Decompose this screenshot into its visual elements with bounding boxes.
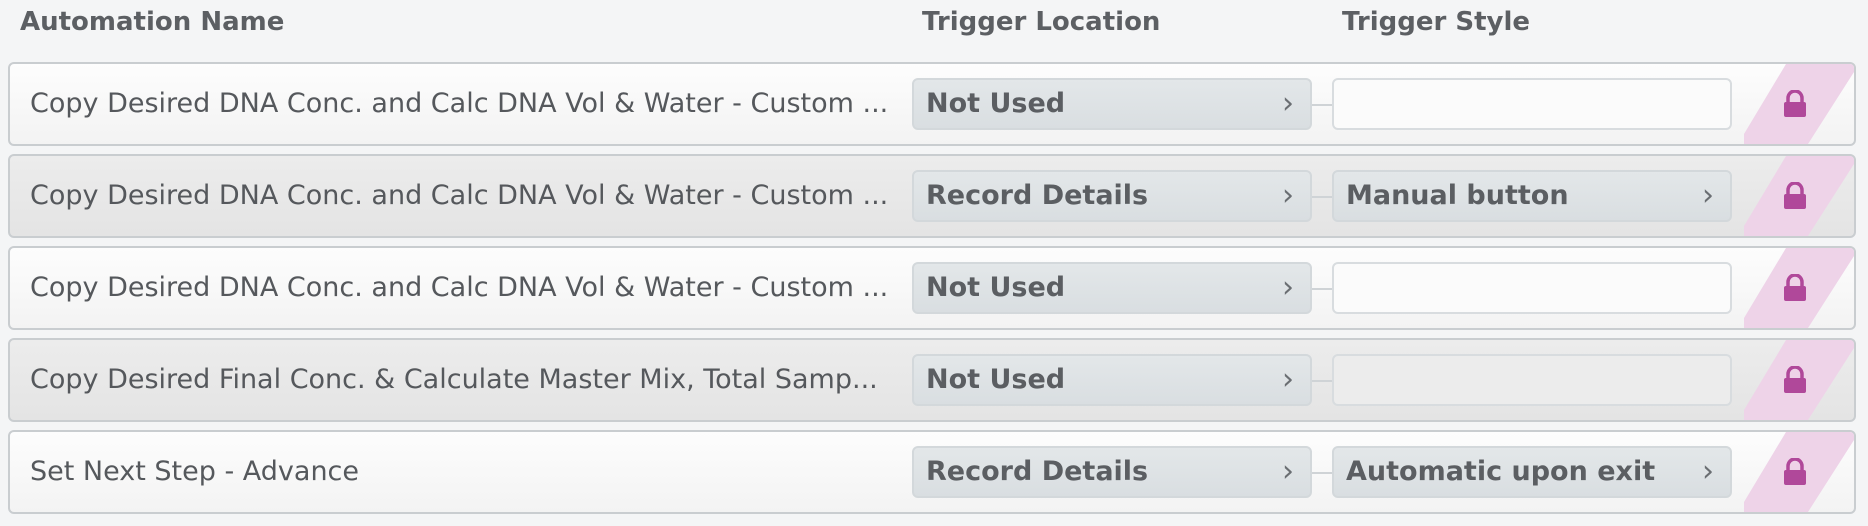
chevron-right-icon: › [1282,362,1294,397]
automation-row[interactable]: Set Next Step - Advance Record Details ›… [8,430,1856,514]
table-header: Automation Name Trigger Location Trigger… [0,0,1868,56]
trigger-location-value: Record Details [926,180,1149,211]
chevron-right-icon: › [1282,270,1294,305]
trigger-style-select[interactable]: Automatic upon exit › [1332,446,1732,498]
lock-indicator [1744,432,1854,512]
connector-line [1312,472,1332,474]
automation-row[interactable]: Copy Desired DNA Conc. and Calc DNA Vol … [8,246,1856,330]
automation-name: Set Next Step - Advance [30,456,360,487]
lock-icon [1784,274,1806,301]
trigger-location-select[interactable]: Record Details › [912,446,1312,498]
trigger-location-value: Not Used [926,88,1066,119]
connector-line [1312,196,1332,198]
chevron-right-icon: › [1702,178,1714,213]
trigger-style-select[interactable] [1332,78,1732,130]
chevron-right-icon: › [1702,454,1714,489]
lock-indicator [1744,156,1854,236]
chevron-right-icon: › [1282,178,1294,213]
trigger-location-value: Not Used [926,364,1066,395]
connector-line [1312,104,1332,106]
automation-row[interactable]: Copy Desired DNA Conc. and Calc DNA Vol … [8,62,1856,146]
lock-icon [1784,90,1806,117]
chevron-right-icon: › [1282,86,1294,121]
automation-name: Copy Desired DNA Conc. and Calc DNA Vol … [30,272,889,303]
trigger-style-select[interactable] [1332,262,1732,314]
lock-indicator [1744,248,1854,328]
automation-list: Copy Desired DNA Conc. and Calc DNA Vol … [8,62,1856,522]
lock-indicator [1744,64,1854,144]
lock-icon [1784,458,1806,485]
chevron-right-icon: › [1282,454,1294,489]
lock-indicator [1744,340,1854,420]
trigger-location-select[interactable]: Not Used › [912,354,1312,406]
column-header-trigger-style[interactable]: Trigger Style [1342,0,1530,44]
trigger-location-select[interactable]: Record Details › [912,170,1312,222]
lock-icon [1784,182,1806,209]
automation-name: Copy Desired DNA Conc. and Calc DNA Vol … [30,88,889,119]
automation-name: Copy Desired DNA Conc. and Calc DNA Vol … [30,180,889,211]
automation-name: Copy Desired Final Conc. & Calculate Mas… [30,364,878,395]
trigger-location-value: Not Used [926,272,1066,303]
column-header-automation-name[interactable]: Automation Name [20,0,284,44]
automation-row[interactable]: Copy Desired Final Conc. & Calculate Mas… [8,338,1856,422]
trigger-location-select[interactable]: Not Used › [912,78,1312,130]
trigger-style-value: Manual button [1346,180,1569,211]
column-header-trigger-location[interactable]: Trigger Location [922,0,1160,44]
trigger-style-select[interactable]: Manual button › [1332,170,1732,222]
trigger-location-value: Record Details [926,456,1149,487]
lock-icon [1784,366,1806,393]
connector-line [1312,380,1332,382]
automation-row[interactable]: Copy Desired DNA Conc. and Calc DNA Vol … [8,154,1856,238]
connector-line [1312,288,1332,290]
trigger-style-value: Automatic upon exit [1346,456,1656,487]
trigger-location-select[interactable]: Not Used › [912,262,1312,314]
trigger-style-select[interactable] [1332,354,1732,406]
